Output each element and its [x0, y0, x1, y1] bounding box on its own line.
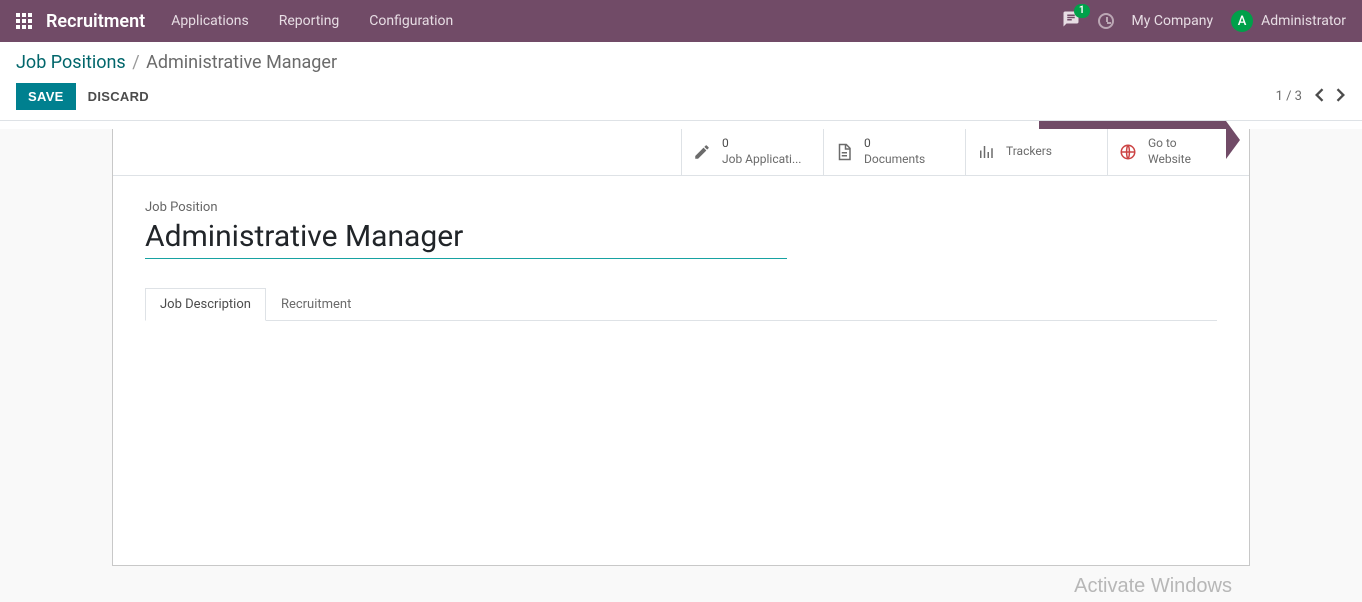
chevron-left-icon [1314, 88, 1324, 102]
stat-documents-label: Documents [864, 152, 925, 168]
messages-button[interactable]: 1 [1062, 10, 1080, 32]
pencil-icon [692, 142, 712, 162]
document-icon [834, 142, 854, 162]
top-menu: Applications Reporting Configuration [171, 13, 453, 29]
menu-reporting[interactable]: Reporting [279, 13, 340, 29]
scroll-body[interactable]: 0 Job Applicati... 0 Documents Track [0, 129, 1362, 602]
menu-configuration[interactable]: Configuration [369, 13, 453, 29]
tab-job-description[interactable]: Job Description [145, 288, 266, 321]
app-brand[interactable]: Recruitment [46, 11, 145, 32]
discard-button[interactable]: DISCARD [88, 89, 149, 104]
company-selector[interactable]: My Company [1132, 13, 1214, 29]
stat-applications-label: Job Applicati... [722, 152, 801, 168]
stat-trackers[interactable]: Trackers [965, 129, 1107, 175]
action-row: SAVE DISCARD 1 / 3 [16, 83, 1346, 120]
stat-applications[interactable]: 0 Job Applicati... [681, 129, 823, 175]
pager-text[interactable]: 1 / 3 [1276, 89, 1302, 104]
sheet-body: Job Position Job Description Recruitment [113, 176, 1249, 565]
bar-chart-icon [976, 142, 996, 162]
activity-clock-icon[interactable] [1098, 13, 1114, 29]
windows-watermark: Activate Windows [1074, 575, 1232, 598]
apps-grid-icon[interactable] [16, 13, 32, 29]
user-menu[interactable]: A Administrator [1231, 10, 1346, 32]
chevron-right-icon [1336, 88, 1346, 102]
top-nav: Recruitment Applications Reporting Confi… [0, 0, 1362, 42]
pager-prev[interactable] [1314, 87, 1324, 106]
stat-website-line2: Website [1148, 152, 1191, 168]
avatar: A [1231, 10, 1253, 32]
stat-documents[interactable]: 0 Documents [823, 129, 965, 175]
control-bar: Job Positions / Administrative Manager S… [0, 42, 1362, 121]
breadcrumb-current: Administrative Manager [146, 52, 337, 73]
pager-next[interactable] [1336, 87, 1346, 106]
breadcrumb: Job Positions / Administrative Manager [16, 52, 1346, 73]
breadcrumb-sep: / [132, 52, 139, 73]
messages-badge: 1 [1074, 4, 1090, 18]
menu-applications[interactable]: Applications [171, 13, 249, 29]
stat-documents-count: 0 [864, 136, 925, 152]
job-position-label: Job Position [145, 200, 1217, 215]
form-sheet: 0 Job Applicati... 0 Documents Track [112, 129, 1250, 566]
stat-buttons: 0 Job Applicati... 0 Documents Track [113, 129, 1249, 176]
tabs: Job Description Recruitment [145, 287, 1217, 321]
stat-applications-count: 0 [722, 136, 801, 152]
globe-icon [1118, 142, 1138, 162]
user-name: Administrator [1261, 13, 1346, 29]
breadcrumb-root[interactable]: Job Positions [16, 52, 126, 73]
tab-content[interactable] [145, 321, 1217, 541]
tab-recruitment[interactable]: Recruitment [266, 288, 366, 321]
stat-website-line1: Go to [1148, 136, 1191, 152]
save-button[interactable]: SAVE [16, 83, 76, 110]
stat-trackers-label: Trackers [1006, 144, 1052, 160]
top-right: 1 My Company A Administrator [1062, 10, 1346, 32]
pager: 1 / 3 [1276, 87, 1346, 106]
job-position-input[interactable] [145, 217, 787, 259]
